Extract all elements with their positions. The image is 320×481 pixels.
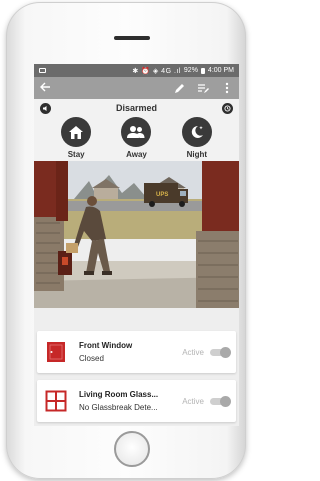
more-vert-icon[interactable] <box>221 82 233 94</box>
speaker-icon[interactable] <box>40 102 51 114</box>
stay-label: Stay <box>67 150 85 159</box>
status-bar: ✱ ⏰ ◈ 4G .ıl 92% 4:00 PM <box>34 64 239 77</box>
device-state-label: Active <box>182 396 204 406</box>
arm-mode-buttons: Stay Away Night <box>34 117 239 161</box>
battery-level: 92% <box>183 67 198 74</box>
camera-feed[interactable]: UPS <box>34 161 239 308</box>
moon-stars-icon <box>181 117 212 147</box>
device-state-label: Active <box>182 347 204 357</box>
status-icons: ✱ ⏰ ◈ 4G .ıl <box>132 67 181 75</box>
device-card-front-window[interactable]: Front Window Closed Active <box>37 331 236 373</box>
device-status: No Glassbreak Dete... <box>79 403 158 412</box>
device-name: Living Room Glass... <box>79 390 159 399</box>
away-button[interactable]: Away <box>114 117 158 159</box>
device-toggle[interactable] <box>210 346 231 358</box>
arming-status-text: Disarmed <box>115 103 158 113</box>
clock-time: 4:00 PM <box>207 67 234 74</box>
pencil-icon[interactable] <box>173 82 185 94</box>
arming-status-row: Disarmed <box>34 99 239 117</box>
people-icon <box>121 117 152 147</box>
clock-icon[interactable] <box>222 102 233 114</box>
camera-image: UPS <box>34 161 239 308</box>
away-label: Away <box>126 150 147 159</box>
speaker-grille <box>114 36 150 40</box>
phone-frame: ✱ ⏰ ◈ 4G .ıl 92% 4:00 PM Disarmed Stay A… <box>6 2 246 479</box>
app-screen: ✱ ⏰ ◈ 4G .ıl 92% 4:00 PM Disarmed Stay A… <box>34 64 239 426</box>
night-label: Night <box>186 150 208 159</box>
battery-icon <box>200 67 205 74</box>
app-toolbar <box>34 77 239 99</box>
truck-logo: UPS <box>156 192 168 198</box>
window-icon <box>45 341 67 363</box>
house-icon <box>61 117 92 147</box>
device-toggle[interactable] <box>210 395 231 407</box>
device-card-living-room-glass[interactable]: Living Room Glass... No Glassbreak Dete.… <box>37 380 236 422</box>
night-button[interactable]: Night <box>175 117 219 159</box>
arrow-back-icon[interactable] <box>40 82 54 94</box>
stay-button[interactable]: Stay <box>54 117 98 159</box>
edit-list-icon[interactable] <box>197 82 209 94</box>
home-button[interactable] <box>114 431 150 467</box>
device-status: Closed <box>79 354 104 363</box>
glass-panel-icon <box>45 390 67 412</box>
image-notification-icon <box>39 68 46 73</box>
device-name: Front Window <box>79 341 133 350</box>
